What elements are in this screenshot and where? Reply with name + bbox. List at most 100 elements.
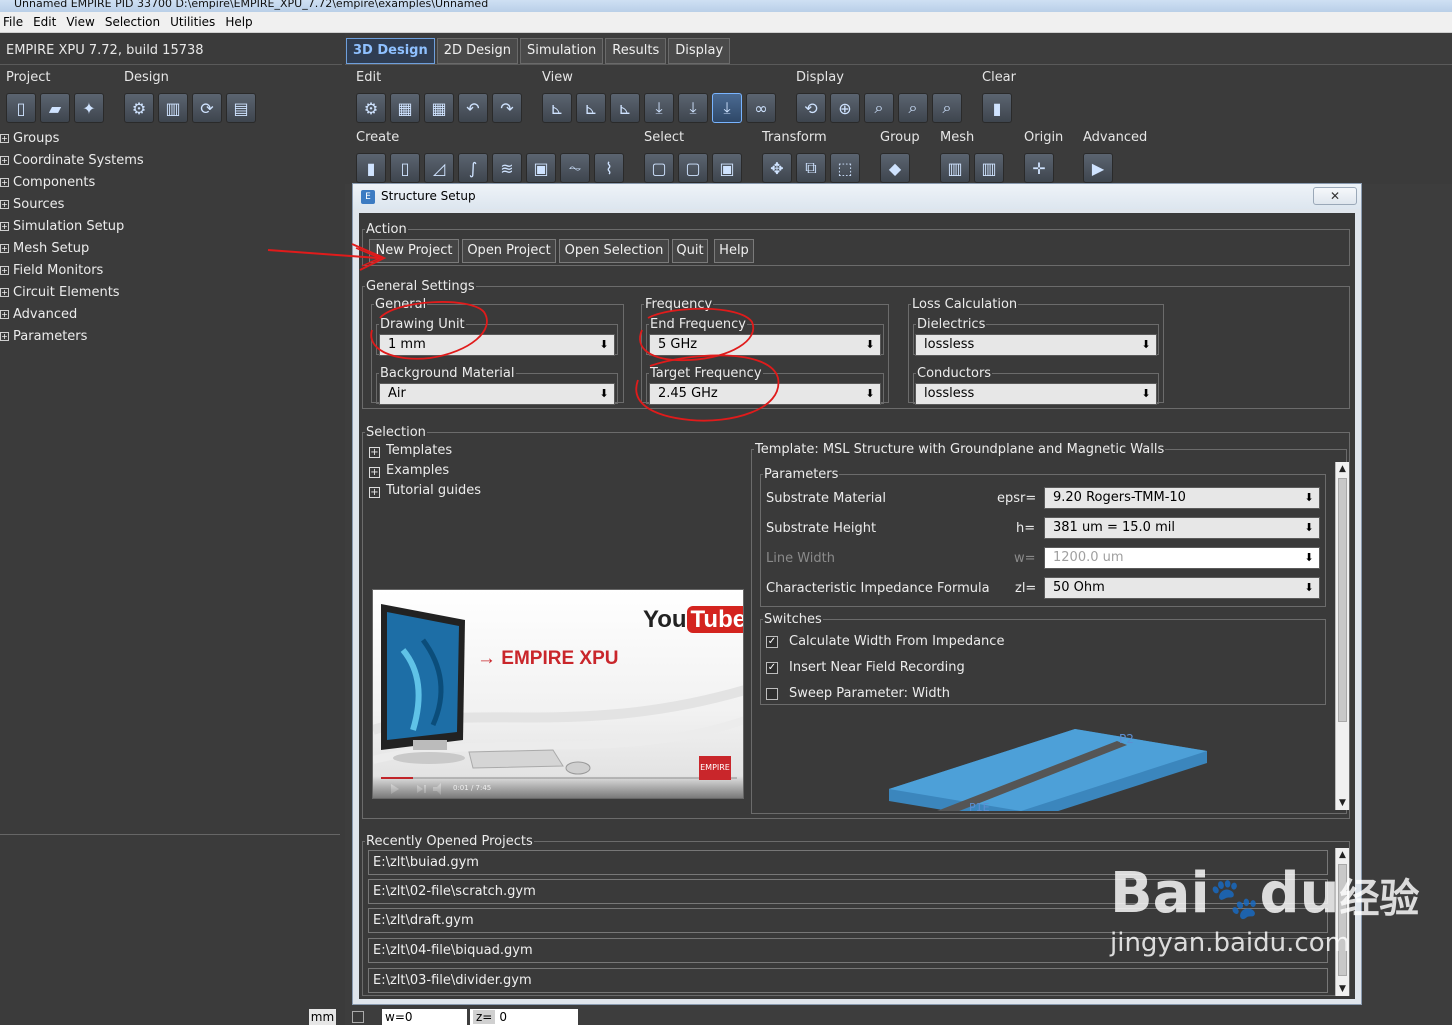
quit-button[interactable]: Quit bbox=[672, 239, 708, 263]
tree-item-examples[interactable]: + Examples bbox=[369, 463, 449, 478]
sweep-width-checkbox[interactable] bbox=[766, 688, 778, 700]
create-layers-icon[interactable]: ≋ bbox=[492, 153, 522, 183]
expand-icon[interactable]: + bbox=[0, 221, 9, 231]
tree-item-mesh-setup[interactable]: + Mesh Setup bbox=[0, 237, 340, 259]
tree-item-sources[interactable]: + Sources bbox=[0, 193, 340, 215]
video-controls[interactable] bbox=[373, 776, 743, 798]
tree-item-templates[interactable]: + Templates bbox=[369, 443, 452, 458]
expand-icon[interactable]: + bbox=[0, 265, 9, 275]
tree-item-tutorial-guides[interactable]: + Tutorial guides bbox=[369, 483, 481, 498]
background-material-select[interactable]: Air ⬇ bbox=[379, 383, 615, 405]
view-iso3-icon[interactable]: ⤓ bbox=[712, 93, 742, 123]
grid-arrange-icon[interactable]: ▦ bbox=[424, 93, 454, 123]
substrate-height-select[interactable]: 381 um = 15.0 mil ⬇ bbox=[1044, 517, 1320, 539]
zoom-in-icon[interactable]: ⊕ bbox=[830, 93, 860, 123]
mesh-icon[interactable]: ▥ bbox=[940, 153, 970, 183]
mesh-edit-icon[interactable]: ▥ bbox=[974, 153, 1004, 183]
tree-item-coordinate-systems[interactable]: + Coordinate Systems bbox=[0, 149, 340, 171]
view-zx-icon[interactable]: ⊾ bbox=[576, 93, 606, 123]
view-yz-icon[interactable]: ⊾ bbox=[610, 93, 640, 123]
expand-icon[interactable]: + bbox=[0, 199, 9, 209]
design-gear-icon[interactable]: ⚙ bbox=[124, 93, 154, 123]
tab-3d-design[interactable]: 3D Design bbox=[346, 38, 435, 64]
impedance-select[interactable]: 50 Ohm ⬇ bbox=[1044, 577, 1320, 599]
tab-2d-design[interactable]: 2D Design bbox=[436, 38, 519, 64]
advanced-play-icon[interactable]: ▶ bbox=[1083, 153, 1113, 183]
zoom-select-icon[interactable]: ⌕ bbox=[932, 93, 962, 123]
scroll-down-icon[interactable]: ▼ bbox=[1336, 982, 1349, 996]
group-layers-icon[interactable]: ◆ bbox=[880, 153, 910, 183]
view-mirror-icon[interactable]: ∞ bbox=[746, 93, 776, 123]
tree-item-groups[interactable]: + Groups bbox=[0, 127, 340, 149]
expand-icon[interactable]: + bbox=[0, 287, 9, 297]
template-scrollbar[interactable]: ▲ ▼ bbox=[1335, 462, 1349, 810]
target-frequency-select[interactable]: 2.45 GHz ⬇ bbox=[649, 383, 881, 405]
create-component-icon[interactable]: ▣ bbox=[526, 153, 556, 183]
open-project-button[interactable]: Open Project bbox=[462, 239, 556, 263]
expand-icon[interactable]: + bbox=[369, 467, 380, 478]
expand-icon[interactable]: + bbox=[369, 447, 380, 458]
expand-icon[interactable]: + bbox=[369, 487, 380, 498]
view-iso1-icon[interactable]: ⤓ bbox=[644, 93, 674, 123]
tree-item-simulation-setup[interactable]: + Simulation Setup bbox=[0, 215, 340, 237]
select-add-icon[interactable]: ▢ bbox=[678, 153, 708, 183]
save-project-icon[interactable]: ✦ bbox=[74, 93, 104, 123]
conductors-select[interactable]: lossless ⬇ bbox=[915, 383, 1157, 405]
view-xy-icon[interactable]: ⊾ bbox=[542, 93, 572, 123]
redo-icon[interactable]: ↷ bbox=[492, 93, 522, 123]
new-project-icon[interactable]: ▯ bbox=[6, 93, 36, 123]
grid-icon[interactable]: ▦ bbox=[390, 93, 420, 123]
expand-icon[interactable]: + bbox=[0, 309, 9, 319]
drawing-unit-select[interactable]: 1 mm ⬇ bbox=[379, 334, 615, 356]
scale-icon[interactable]: ⬚ bbox=[830, 153, 860, 183]
tree-item-parameters[interactable]: + Parameters bbox=[0, 325, 340, 347]
create-bend-icon[interactable]: ⌇ bbox=[594, 153, 624, 183]
scroll-up-icon[interactable]: ▲ bbox=[1336, 848, 1349, 862]
tab-simulation[interactable]: Simulation bbox=[520, 38, 604, 64]
z-field[interactable]: z= 0 bbox=[470, 1009, 578, 1025]
expand-icon[interactable]: + bbox=[0, 243, 9, 253]
refresh-icon[interactable]: ⟲ bbox=[796, 93, 826, 123]
open-selection-button[interactable]: Open Selection bbox=[559, 239, 669, 263]
video-thumbnail[interactable]: YouTubeDE → EMPIRE XPU 0:01 / 7:45 EMPIR… bbox=[372, 589, 744, 799]
create-box-icon[interactable]: ▮ bbox=[356, 153, 386, 183]
scroll-down-icon[interactable]: ▼ bbox=[1336, 796, 1349, 810]
tree-item-circuit-elements[interactable]: + Circuit Elements bbox=[0, 281, 340, 303]
menu-file[interactable]: File bbox=[0, 15, 30, 29]
settings-icon[interactable]: ⚙ bbox=[356, 93, 386, 123]
near-field-checkbox[interactable]: ✓ bbox=[766, 662, 778, 674]
move-icon[interactable]: ✥ bbox=[762, 153, 792, 183]
expand-icon[interactable]: + bbox=[0, 331, 9, 341]
scroll-thumb[interactable] bbox=[1338, 478, 1347, 722]
tab-results[interactable]: Results bbox=[605, 38, 667, 64]
expand-icon[interactable]: + bbox=[0, 133, 9, 143]
new-project-button[interactable]: New Project bbox=[369, 239, 459, 263]
help-button[interactable]: Help bbox=[714, 239, 754, 263]
expand-icon[interactable]: + bbox=[0, 155, 9, 165]
design-table-icon[interactable]: ▥ bbox=[158, 93, 188, 123]
select-box-icon[interactable]: ▢ bbox=[644, 153, 674, 183]
status-checkbox[interactable] bbox=[352, 1011, 364, 1023]
clear-icon[interactable]: ▮ bbox=[982, 93, 1012, 123]
menu-edit[interactable]: Edit bbox=[30, 15, 63, 29]
undo-icon[interactable]: ↶ bbox=[458, 93, 488, 123]
zoom-window-icon[interactable]: ⌕ bbox=[898, 93, 928, 123]
menu-utilities[interactable]: Utilities bbox=[167, 15, 222, 29]
expand-icon[interactable]: + bbox=[0, 177, 9, 187]
tab-display[interactable]: Display bbox=[668, 38, 731, 64]
w-field[interactable]: w=0 bbox=[382, 1009, 467, 1025]
view-iso2-icon[interactable]: ⤓ bbox=[678, 93, 708, 123]
menu-help[interactable]: Help bbox=[222, 15, 259, 29]
substrate-material-select[interactable]: 9.20 Rogers-TMM-10 ⬇ bbox=[1044, 487, 1320, 509]
create-cylinder-icon[interactable]: ▯ bbox=[390, 153, 420, 183]
open-folder-icon[interactable]: ▰ bbox=[40, 93, 70, 123]
tree-item-components[interactable]: + Components bbox=[0, 171, 340, 193]
design-rotate-icon[interactable]: ⟳ bbox=[192, 93, 222, 123]
dielectrics-select[interactable]: lossless ⬇ bbox=[915, 334, 1157, 356]
calculate-width-checkbox[interactable]: ✓ bbox=[766, 636, 778, 648]
zoom-fit-icon[interactable]: ⌕ bbox=[864, 93, 894, 123]
tree-item-field-monitors[interactable]: + Field Monitors bbox=[0, 259, 340, 281]
scroll-up-icon[interactable]: ▲ bbox=[1336, 462, 1349, 476]
create-wire-icon[interactable]: ⏦ bbox=[560, 153, 590, 183]
menu-selection[interactable]: Selection bbox=[102, 15, 167, 29]
